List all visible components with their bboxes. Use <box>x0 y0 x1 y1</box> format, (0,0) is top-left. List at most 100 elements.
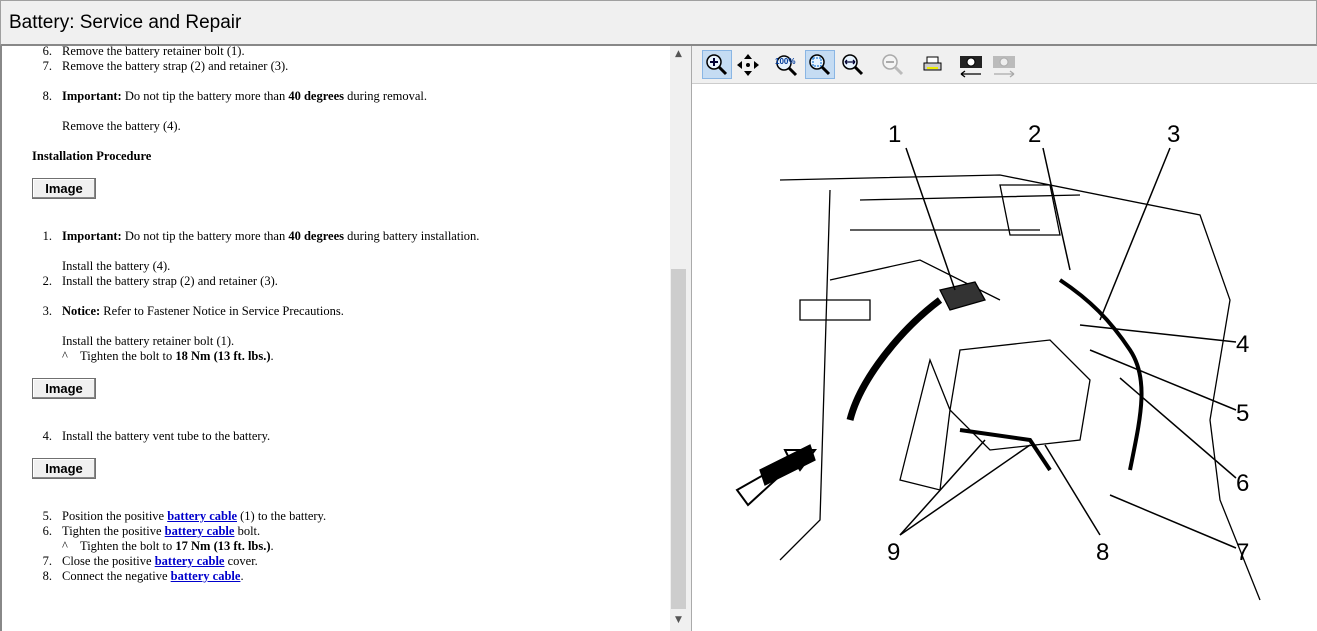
step-text: Position the positive battery cable (1) … <box>62 509 326 523</box>
caret: ^ <box>62 539 68 553</box>
step-number: 8. <box>42 89 52 103</box>
battery-diagram: 1 2 3 4 5 6 7 8 9 <box>735 121 1261 601</box>
vertical-scrollbar[interactable]: ▲ ▼ <box>670 46 687 631</box>
callout-8: 8 <box>1096 539 1109 566</box>
battery-cable-link[interactable]: battery cable <box>155 554 225 568</box>
battery-cable-link[interactable]: battery cable <box>171 569 241 583</box>
bold-value: 40 degrees <box>288 89 345 103</box>
camera-back-icon <box>960 55 982 78</box>
fit-to-window-button[interactable] <box>805 50 835 79</box>
step-text: Close the positive battery cable cover. <box>62 554 258 568</box>
battery-shape <box>899 339 1091 491</box>
text: . <box>270 539 274 553</box>
pan-button[interactable] <box>733 50 763 79</box>
step-text: Important: Do not tip the battery more t… <box>62 89 427 103</box>
heading: Installation Procedure <box>32 149 152 163</box>
step-text: Connect the negative battery cable. <box>62 569 244 583</box>
callout-3: 3 <box>1167 121 1180 148</box>
pan-icon <box>737 53 759 76</box>
procedure-text-pane: 6. Remove the battery retainer bolt (1). … <box>0 46 687 631</box>
scroll-up-icon[interactable]: ▲ <box>670 46 687 63</box>
step-text: Notice: Refer to Fastener Notice in Serv… <box>62 304 344 318</box>
step-text: Remove the battery retainer bolt (1). <box>62 46 245 58</box>
step-text: Important: Do not tip the battery more t… <box>62 229 479 243</box>
step-number: 5. <box>42 509 52 523</box>
text: (1) to the battery. <box>237 509 327 523</box>
window-title-bar: Battery: Service and Repair <box>0 0 1317 46</box>
callout-6: 6 <box>1236 470 1249 497</box>
zoom-out-button[interactable] <box>878 50 908 79</box>
step-text: Remove the battery (4). <box>62 119 181 133</box>
print-button[interactable] <box>918 50 948 79</box>
image-button[interactable]: Image <box>32 458 96 479</box>
text: Tighten the bolt to <box>80 349 176 363</box>
image-viewer-pane: 100% 1 2 3 4 5 6 7 8 9 <box>692 46 1317 631</box>
text: Connect the negative <box>62 569 171 583</box>
installation-heading: Installation Procedure <box>32 149 151 163</box>
battery-cable-link[interactable]: battery cable <box>165 524 235 538</box>
window-title: Battery: Service and Repair <box>9 12 242 33</box>
text: Position the positive <box>62 509 168 523</box>
text: . <box>240 569 244 583</box>
step-number: 4. <box>42 429 52 443</box>
actual-size-button[interactable]: 100% <box>772 50 802 79</box>
step-text: Install the battery strap (2) and retain… <box>62 274 278 288</box>
zoom-100-icon: 100% <box>775 54 798 76</box>
callout-4: 4 <box>1236 331 1249 358</box>
text: Do not tip the battery more than <box>121 229 289 243</box>
step-number: 6. <box>42 524 52 538</box>
scroll-down-icon[interactable]: ▼ <box>670 612 687 629</box>
step-number: 3. <box>42 304 52 318</box>
callout-9: 9 <box>887 539 900 566</box>
camera-forward-icon <box>993 55 1015 78</box>
battery-cable-link[interactable]: battery cable <box>167 509 237 523</box>
zoom-out-icon <box>882 53 904 75</box>
step-number: 8. <box>42 569 52 583</box>
cable-terminal <box>939 281 986 311</box>
text: cover. <box>224 554 258 568</box>
step-number: 7. <box>42 554 52 568</box>
important-label: Important: <box>62 89 122 103</box>
step-number: 7. <box>42 59 52 73</box>
bold-value: 40 degrees <box>288 229 345 243</box>
text: Close the positive <box>62 554 155 568</box>
torque-value: 18 Nm (13 ft. lbs.) <box>175 349 271 363</box>
zoom-100-label: 100% <box>775 57 795 66</box>
text: during battery installation. <box>344 229 480 243</box>
text: Do not tip the battery more than <box>121 89 289 103</box>
notice-label: Notice: <box>62 304 101 318</box>
text: Tighten the positive <box>62 524 165 538</box>
step-text: Install the battery retainer bolt (1). <box>62 334 235 348</box>
step-number: 2. <box>42 274 52 288</box>
text: . <box>270 349 274 363</box>
step-number: 1. <box>42 229 52 243</box>
callout-2: 2 <box>1028 121 1041 148</box>
zoom-in-button[interactable] <box>702 50 732 79</box>
text: bolt. <box>234 524 261 538</box>
step-text: Tighten the positive battery cable bolt. <box>62 524 260 538</box>
torque-value: 17 Nm (13 ft. lbs.) <box>175 539 271 553</box>
image-button[interactable]: Image <box>32 378 96 399</box>
fit-width-icon <box>842 53 864 75</box>
callout-lines <box>899 147 1237 549</box>
next-image-button[interactable] <box>989 50 1019 79</box>
previous-image-button[interactable] <box>956 50 986 79</box>
print-icon <box>923 56 942 70</box>
step-text: Tighten the bolt to 17 Nm (13 ft. lbs.). <box>80 539 274 553</box>
step-text: Install the battery vent tube to the bat… <box>62 429 271 443</box>
scrollbar-thumb[interactable] <box>671 269 686 609</box>
important-label: Important: <box>62 229 122 243</box>
image-button[interactable]: Image <box>32 178 96 199</box>
callout-7: 7 <box>1236 539 1249 566</box>
fit-window-icon <box>809 53 831 75</box>
step-text: Tighten the bolt to 18 Nm (13 ft. lbs.). <box>80 349 274 363</box>
step-text: Install the battery (4). <box>62 259 171 273</box>
step-number: 6. <box>42 46 52 58</box>
zoom-in-icon <box>706 53 728 75</box>
fit-width-button[interactable] <box>838 50 868 79</box>
callout-5: 5 <box>1236 400 1249 427</box>
text: Refer to Fastener Notice in Service Prec… <box>100 304 344 318</box>
text: during removal. <box>344 89 427 103</box>
step-text: Remove the battery strap (2) and retaine… <box>62 59 289 73</box>
text: Tighten the bolt to <box>80 539 176 553</box>
